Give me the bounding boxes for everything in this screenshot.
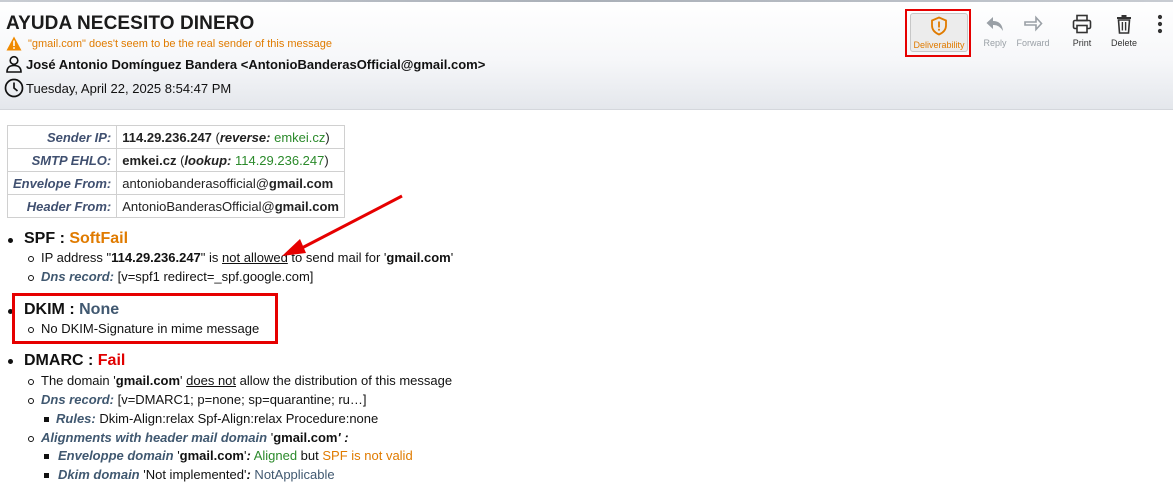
dmarc-aligned: Aligned [250,448,298,463]
dmarc-dkim-label: Dkim domain [58,467,140,482]
warning-icon [6,36,22,51]
sender-row: José Antonio Domínguez Bandera <AntonioB… [5,55,485,73]
dmarc-label: DMARC : [24,352,94,369]
shield-alert-icon [931,16,947,36]
sub-bullet [28,398,34,404]
sub-bullet [28,436,34,442]
dmarc-rules-value: Dkim-Align:relax Spf-Align:relax Procedu… [95,411,379,426]
header-from-label: Header From: [6,194,118,218]
sender-ip-value: 114.29.236.247 [122,129,212,145]
dmarc-rules-label: Rules: [56,411,96,426]
forward-icon [1024,15,1043,32]
red-arrow-annotation [282,194,403,256]
dmarc-env-label: Enveloppe domain [58,448,174,463]
forward-label: Forward [1016,38,1050,48]
dmarc-spf-invalid: SPF is not valid [322,448,413,463]
spf-heading: SPF : SoftFail [24,230,128,248]
sub-bullet [28,256,34,262]
sub-sub-bullet [44,417,49,422]
dmarc-align-domain: gmail.com [273,430,338,445]
dmarc-align-line: Alignments with header mail domain 'gmai… [41,430,349,445]
envelope-user: antoniobanderasofficial@ [122,175,269,191]
sender-ip-cell: 114.29.236.247 (reverse: emkei.cz) [116,125,345,149]
spf-dns-value: [v=spf1 redirect=_spf.google.com] [113,269,314,284]
dmarc-dns-value: [v=DMARC1; p=none; sp=quarantine; ru…] [113,392,367,407]
reverse-value: emkei.cz [274,129,326,145]
message-body: Sender IP: 114.29.236.247 (reverse: emke… [0,110,1173,491]
lookup-value: 114.29.236.247 [234,152,325,168]
smtp-ehlo-label: SMTP EHLO: [6,148,118,172]
print-label: Print [1072,38,1092,48]
dmarc-status: Fail [97,352,126,369]
printer-icon [1072,14,1092,34]
deliverability-label: Deliverability [913,40,965,50]
table-row: Sender IP: 114.29.236.247 (reverse: emke… [6,125,345,149]
sub-sub-bullet [44,454,49,459]
warning-text: "gmail.com" does't seem to be the real s… [28,37,333,50]
date-row: Tuesday, April 22, 2025 8:54:47 PM [4,78,231,98]
spf-label: SPF : [24,230,65,247]
sender-ip-label: Sender IP: [6,125,118,149]
spf-ip-prefix: IP address " [41,250,112,265]
dmarc-domain: gmail.com [115,373,181,388]
reply-icon [986,17,1003,31]
sub-bullet [28,379,34,385]
dmarc-dkim-line: Dkim domain 'Not implemented': NotApplic… [58,467,335,482]
sub-bullet [28,275,34,281]
spf-status: SoftFail [69,230,129,247]
message-date: Tuesday, April 22, 2025 8:54:47 PM [26,80,232,96]
spf-ip-mid: " is [200,250,223,265]
dmarc-not-applicable: NotApplicable [250,467,335,482]
spf-dns-line: Dns record: [v=spf1 redirect=_spf.google… [41,269,313,284]
sub-sub-bullet [44,473,49,478]
smtp-ehlo-cell: emkei.cz (lookup: 114.29.236.247) [116,148,345,172]
lookup-label: lookup: [184,152,232,168]
dmarc-rules-line: Rules: Dkim-Align:relax Spf-Align:relax … [56,411,378,426]
envelope-domain: gmail.com [268,175,334,191]
sender-warning: "gmail.com" does't seem to be the real s… [6,36,332,51]
envelope-from-label: Envelope From: [6,171,118,195]
dmarc-dns-line: Dns record: [v=DMARC1; p=none; sp=quaran… [41,392,367,407]
trash-icon [1117,15,1131,34]
more-options-icon[interactable] [1155,14,1165,36]
person-icon [6,55,22,73]
dmarc-domain-prefix: The domain ' [41,373,116,388]
dmarc-heading: DMARC : Fail [24,352,125,370]
dmarc-domain-suffix: allow the distribution of this message [236,373,453,388]
spf-dns-label: Dns record: [41,269,114,284]
dmarc-align-label: Alignments with header mail domain [41,430,268,445]
smtp-ehlo-value: emkei.cz [122,152,177,168]
message-subject: AYUDA NECESITO DINERO [6,13,255,34]
sender-name[interactable]: José Antonio Domínguez Bandera <AntonioB… [26,57,485,72]
spf-quote-end: ' [450,250,454,265]
dmarc-domain-line: The domain 'gmail.com' does not allow th… [41,373,452,388]
message-header: AYUDA NECESITO DINERO "gmail.com" does't… [0,0,1173,110]
clock-icon [4,78,24,98]
bullet [8,359,13,364]
bullet [8,238,13,243]
dmarc-env-domain: gmail.com [179,448,244,463]
header-from-user: AntonioBanderasOfficial@ [122,198,275,214]
dmarc-dkim-q: 'Not implemented' [139,467,247,482]
delete-label: Delete [1110,38,1137,48]
deliverability-button[interactable]: Deliverability [905,9,971,57]
dmarc-but: but [297,448,323,463]
dmarc-does-not: does not [186,373,237,388]
dkim-highlight-box [12,293,278,344]
table-row: SMTP EHLO: emkei.cz (lookup: 114.29.236.… [6,148,345,172]
dmarc-dns-label: Dns record: [41,392,114,407]
delete-button[interactable]: Delete [1095,9,1153,59]
dmarc-align-q2: ' : [337,430,349,445]
reverse-label: reverse: [219,129,271,145]
dmarc-env-line: Enveloppe domain 'gmail.com': Aligned bu… [58,448,413,463]
spf-ip: 114.29.236.247 [111,250,201,265]
